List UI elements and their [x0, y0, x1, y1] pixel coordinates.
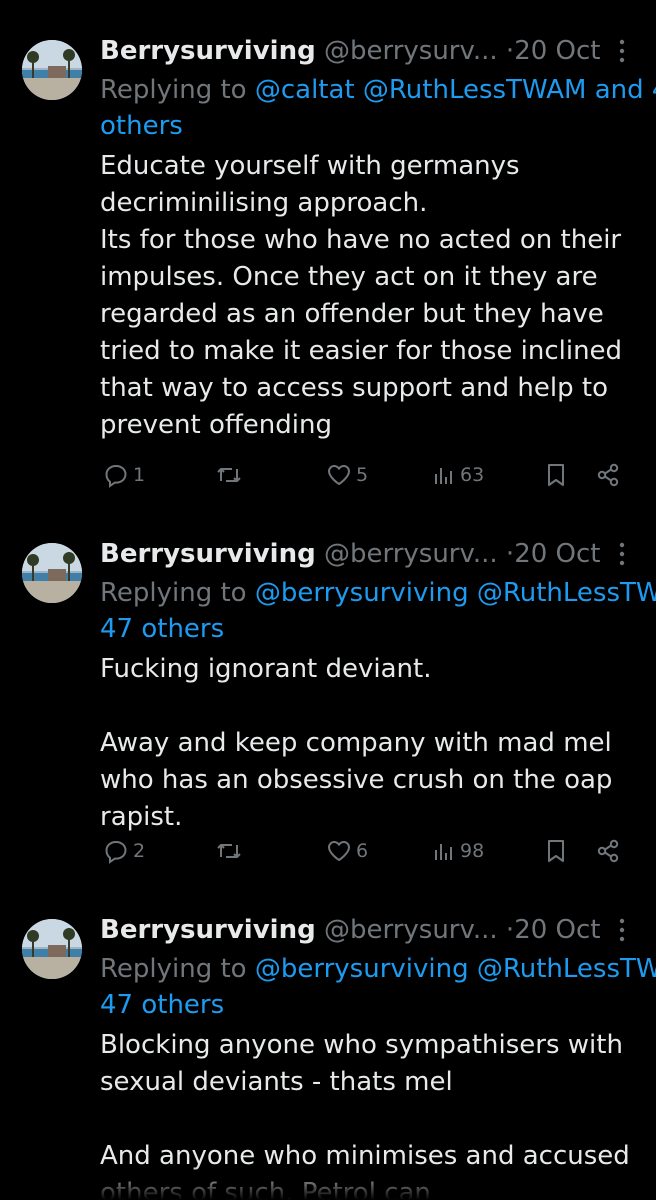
- replying-to-label: Replying to: [100, 578, 255, 608]
- tweet-header: Berrysurviving @berrysurv... ·20 Oct: [100, 34, 601, 68]
- like-button[interactable]: 5: [326, 455, 368, 495]
- display-name[interactable]: Berrysurviving: [100, 36, 316, 66]
- handle[interactable]: @berrysurv...: [324, 915, 498, 945]
- avatar[interactable]: [22, 543, 82, 603]
- views-icon: [432, 462, 456, 488]
- reply-icon: [103, 838, 129, 864]
- tweet-header: Berrysurviving @berrysurv... ·20 Oct: [100, 913, 601, 947]
- tweet-header: Berrysurviving @berrysurv... ·20 Oct: [100, 537, 601, 571]
- like-count: 5: [356, 464, 369, 486]
- action-bar: 1 5 63: [0, 455, 656, 495]
- views-count: 98: [460, 840, 485, 862]
- more-icon[interactable]: [605, 541, 639, 571]
- tweet-text: Blocking anyone who sympathisers with se…: [100, 1030, 630, 1200]
- replying-to-label: Replying to: [100, 954, 255, 984]
- tweet[interactable]: Berrysurviving @berrysurv... ·20 Oct Rep…: [0, 879, 656, 1200]
- replying-to-line: Replying to @berrysurviving @RuthLessTWA: [100, 951, 656, 988]
- separator-dot: ·: [505, 36, 515, 66]
- like-icon: [326, 838, 352, 864]
- reply-count: 2: [133, 840, 146, 862]
- retweet-icon: [215, 462, 243, 488]
- timestamp[interactable]: 20 Oct: [514, 915, 600, 945]
- tweet-feed: Berrysurviving @berrysurv... ·20 Oct Rep…: [0, 0, 656, 1200]
- reply-others-link[interactable]: others: [100, 108, 183, 145]
- more-icon[interactable]: [605, 917, 639, 947]
- tweet-text: Fucking ignorant deviant. Away and keep …: [100, 654, 613, 832]
- bookmark-icon: [544, 462, 568, 488]
- more-icon[interactable]: [605, 38, 639, 68]
- like-count: 6: [356, 840, 369, 862]
- reply-mentions-link[interactable]: @berrysurviving @RuthLessTWA: [255, 578, 656, 608]
- replying-to-line: Replying to @caltat @RuthLessTWAM and 4: [100, 72, 656, 109]
- reply-mentions-link[interactable]: @caltat @RuthLessTWAM and 4: [255, 75, 656, 105]
- share-icon: [595, 462, 621, 488]
- timestamp[interactable]: 20 Oct: [514, 539, 600, 569]
- reply-button[interactable]: 2: [103, 831, 145, 871]
- tweet[interactable]: Berrysurviving @berrysurv... ·20 Oct Rep…: [0, 503, 656, 879]
- replying-to-line: Replying to @berrysurviving @RuthLessTWA: [100, 575, 656, 612]
- share-button[interactable]: [595, 455, 621, 495]
- bookmark-button[interactable]: [544, 831, 568, 871]
- views-count: 63: [460, 464, 485, 486]
- reply-count: 1: [133, 464, 146, 486]
- like-button[interactable]: 6: [326, 831, 368, 871]
- reply-others-link[interactable]: 47 others: [100, 611, 224, 648]
- separator-dot: ·: [505, 539, 515, 569]
- views-button[interactable]: 63: [432, 455, 484, 495]
- retweet-button[interactable]: [215, 831, 247, 871]
- reply-others-link[interactable]: 47 others: [100, 987, 224, 1024]
- bookmark-icon: [544, 838, 568, 864]
- retweet-button[interactable]: [215, 455, 247, 495]
- display-name[interactable]: Berrysurviving: [100, 915, 316, 945]
- action-bar: 2 6 98: [0, 831, 656, 871]
- views-button[interactable]: 98: [432, 831, 484, 871]
- handle[interactable]: @berrysurv...: [324, 36, 498, 66]
- handle[interactable]: @berrysurv...: [324, 539, 498, 569]
- avatar[interactable]: [22, 40, 82, 100]
- tweet-text: Educate yourself with germanys decrimini…: [100, 151, 623, 440]
- display-name[interactable]: Berrysurviving: [100, 539, 316, 569]
- retweet-icon: [215, 838, 243, 864]
- share-button[interactable]: [595, 831, 621, 871]
- replying-to-label: Replying to: [100, 75, 255, 105]
- reply-mentions-link[interactable]: @berrysurviving @RuthLessTWA: [255, 954, 656, 984]
- views-icon: [432, 838, 456, 864]
- reply-icon: [103, 462, 129, 488]
- like-icon: [326, 462, 352, 488]
- bookmark-button[interactable]: [544, 455, 568, 495]
- share-icon: [595, 838, 621, 864]
- tweet[interactable]: Berrysurviving @berrysurv... ·20 Oct Rep…: [0, 0, 656, 488]
- timestamp[interactable]: 20 Oct: [514, 36, 600, 66]
- separator-dot: ·: [505, 915, 515, 945]
- avatar[interactable]: [22, 919, 82, 979]
- reply-button[interactable]: 1: [103, 455, 145, 495]
